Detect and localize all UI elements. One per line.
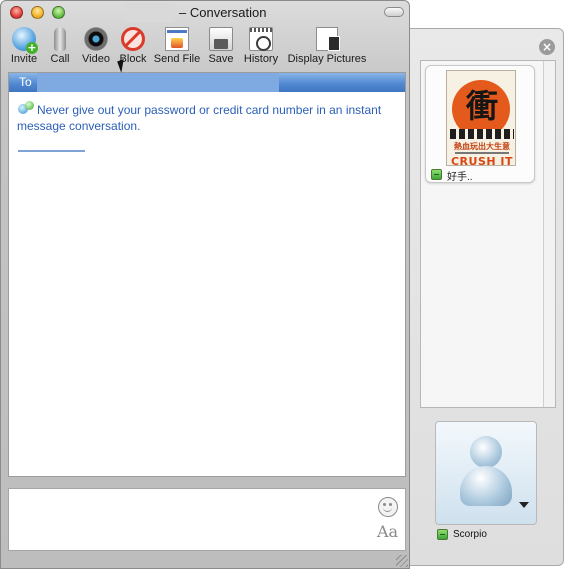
send-file-label: Send File [153,53,201,65]
buddy-head-icon [470,436,502,468]
history-icon [249,27,273,51]
history-label: History [243,53,279,65]
window-title: – Conversation [179,5,267,20]
window-zoom-button[interactable] [52,6,65,19]
emoticon-icon[interactable] [378,497,398,517]
call-label: Call [50,53,70,65]
close-drawer-button[interactable]: × [539,39,555,55]
book-cover-title: CRUSH IT [450,155,514,166]
display-pictures-button[interactable]: Display Pictures [287,26,367,68]
video-label: Video [82,53,110,65]
my-status-icon[interactable] [437,529,448,540]
to-label: To [19,75,32,89]
conversation-window: – Conversation Invite Call Video Block [0,0,410,569]
resize-grip-icon[interactable] [396,555,408,567]
redacted-contact-name [125,3,175,23]
display-pictures-label: Display Pictures [287,53,367,65]
invite-button[interactable]: Invite [7,26,41,68]
buddy-body-icon [460,466,512,506]
my-display-picture[interactable] [435,421,537,525]
message-divider [18,150,85,152]
invite-label: Invite [10,53,38,65]
send-file-icon [165,27,189,51]
toolbar: Invite Call Video Block Send File Save [1,25,409,69]
security-warning-text: Never give out your password or credit c… [17,103,382,133]
title-bar[interactable]: – Conversation [1,1,409,25]
chevron-down-icon[interactable] [519,502,529,508]
save-button[interactable]: Save [207,26,235,68]
contact-name: 好手.. [447,172,473,183]
contact-display-picture: 衝 熱血玩出大生意 CRUSH IT [446,70,516,166]
online-status-icon [431,169,442,180]
display-pictures-icon [316,27,340,51]
book-cover-glyph: 衝 [465,87,498,125]
screen: × 衝 熱血玩出大生意 CRUSH IT 好手.. Scorpio – Conv… [0,0,566,569]
block-icon [121,27,145,51]
my-name: Scorpio [453,529,487,540]
microphone-icon [54,27,66,51]
video-button[interactable]: Video [79,26,113,68]
contact-card[interactable]: 衝 熱血玩出大生意 CRUSH IT 好手.. [425,65,535,183]
book-cover-rule [455,152,509,154]
contact-list-scrollbar[interactable] [543,61,555,407]
send-file-button[interactable]: Send File [153,26,201,68]
redacted-recipient [37,73,279,92]
book-cover-stripes [450,129,514,139]
invite-icon [12,27,38,54]
participants-drawer: × 衝 熱血玩出大生意 CRUSH IT 好手.. Scorpio [408,28,564,566]
save-icon [209,27,233,51]
book-cover-subtitle: 熱血玩出大生意 [454,142,510,151]
conversation-history[interactable]: To Never give out your password or credi… [8,72,406,477]
contact-list: 衝 熱血玩出大生意 CRUSH IT 好手.. [420,60,556,408]
save-label: Save [208,53,234,65]
to-bar: To [9,73,405,92]
webcam-icon [84,27,108,51]
message-input[interactable]: Aa [8,488,406,551]
toolbar-toggle-button[interactable] [384,7,404,17]
window-close-button[interactable] [10,6,23,19]
history-button[interactable]: History [241,26,281,68]
window-minimize-button[interactable] [31,6,44,19]
call-button[interactable]: Call [46,26,74,68]
font-icon[interactable]: Aa [377,522,398,541]
